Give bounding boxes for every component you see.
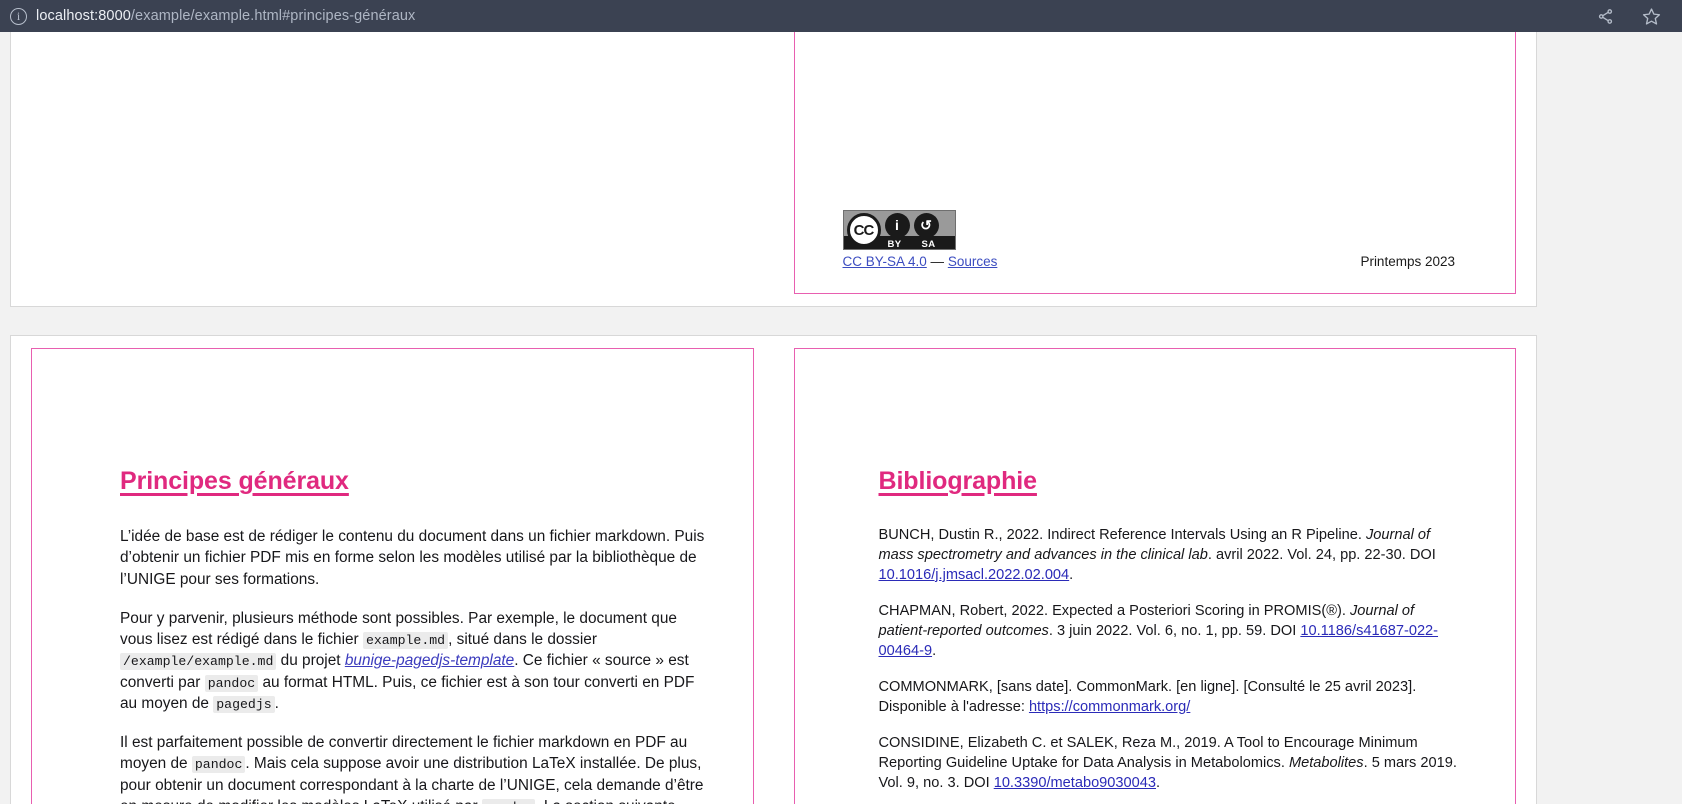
url-path: /example/example.html#principes-généraux: [130, 8, 416, 24]
url-text: localhost:8000/example/example.html#prin…: [36, 8, 415, 24]
cc-icon: CC: [846, 213, 881, 247]
inline-code: pandoc: [204, 674, 259, 692]
text-run: CHAPMAN, Robert, 2022. Expected a Poster…: [878, 602, 1350, 619]
body-paragraph: Il est parfaitement possible de converti…: [120, 732, 705, 804]
text-run: . avril 2022. Vol. 24, pp. 22-30. DOI: [1207, 546, 1436, 563]
doi-link[interactable]: 10.3390/metabo9030043: [994, 775, 1156, 791]
address-bar[interactable]: i localhost:8000/example/example.html#pr…: [10, 0, 1594, 32]
text-run: .: [1156, 774, 1161, 791]
page-sheet-previous: CC i ↺ BY SA CC BY-SA 4.0 — Sources Prin…: [10, 32, 1537, 307]
license-separator: —: [926, 254, 948, 269]
by-label: BY: [887, 239, 902, 250]
right-page-content: Bibliographie BUNCH, Dustin R., 2022. In…: [879, 467, 1464, 804]
toolbar-actions: [1594, 5, 1668, 27]
browser-toolbar: i localhost:8000/example/example.html#pr…: [0, 0, 1682, 32]
inline-code: pagedjs: [213, 695, 275, 713]
text-run: , situé dans le dossier: [448, 631, 597, 648]
page-left-previous: [11, 32, 774, 306]
inline-code: example.md: [362, 632, 449, 649]
site-info-icon[interactable]: i: [10, 7, 27, 25]
page-frame: CC i ↺ BY SA CC BY-SA 4.0 — Sources Prin…: [793, 32, 1516, 294]
bibliography-entry: CHAPMAN, Robert, 2022. Expected a Poster…: [879, 602, 1464, 662]
sources-link[interactable]: Sources: [948, 254, 998, 269]
creative-commons-badge: CC i ↺ BY SA: [842, 210, 956, 250]
inline-code: /example/example.md: [120, 653, 277, 671]
page-sheet-current: Principes généraux L’idée de base est de…: [10, 335, 1537, 804]
text-run: . 3 juin 2022. Vol. 6, no. 1, pp. 59. DO…: [1048, 622, 1301, 639]
license-links: CC BY-SA 4.0 — Sources: [843, 254, 998, 269]
project-link[interactable]: bunige-pagedjs-template: [345, 652, 514, 669]
license-block: CC i ↺ BY SA CC BY-SA 4.0 — Sources: [842, 210, 998, 269]
license-link[interactable]: CC BY-SA 4.0: [843, 254, 927, 269]
url-host: localhost:8000: [36, 8, 131, 24]
page-frame: Bibliographie BUNCH, Dustin R., 2022. In…: [793, 348, 1516, 804]
page-right-current: Bibliographie BUNCH, Dustin R., 2022. In…: [774, 336, 1537, 804]
text-run: .: [932, 642, 937, 659]
body-paragraph: L’idée de base est de rédiger le contenu…: [120, 526, 705, 590]
italic-title: Metabolites: [1288, 754, 1364, 771]
document-viewport[interactable]: CC i ↺ BY SA CC BY-SA 4.0 — Sources Prin…: [0, 32, 1682, 804]
text-run: .: [274, 694, 279, 712]
sa-label: SA: [921, 239, 936, 250]
bibliography-entry: BUNCH, Dustin R., 2022. Indirect Referen…: [879, 526, 1464, 586]
page-frame: Principes généraux L’idée de base est de…: [31, 348, 754, 804]
text-run: du projet: [276, 652, 345, 670]
bibliography-entry: CONSIDINE, Elizabeth C. et SALEK, Reza M…: [879, 734, 1464, 794]
doi-link[interactable]: 10.1016/j.jmsacl.2022.02.004: [879, 567, 1070, 583]
page-right-previous: CC i ↺ BY SA CC BY-SA 4.0 — Sources Prin…: [774, 32, 1537, 306]
bibliography-title: Bibliographie: [878, 467, 1038, 495]
body-paragraph: Pour y parvenir, plusieurs méthode sont …: [120, 608, 705, 714]
colophon: CC i ↺ BY SA CC BY-SA 4.0 — Sources Prin…: [842, 210, 1455, 269]
left-page-content: Principes généraux L’idée de base est de…: [120, 467, 705, 804]
page-left-current: Principes généraux L’idée de base est de…: [11, 336, 774, 804]
page-title: Principes généraux: [120, 467, 349, 495]
share-icon[interactable]: [1594, 5, 1616, 27]
text-run: .: [1069, 566, 1074, 583]
season-label: Printemps 2023: [1360, 254, 1455, 269]
left-paragraph-list: L’idée de base est de rédiger le contenu…: [120, 526, 705, 804]
bibliography-list: BUNCH, Dustin R., 2022. Indirect Referen…: [879, 526, 1464, 794]
share-alike-icon: ↺: [913, 212, 939, 238]
inline-code: pandoc: [191, 756, 246, 774]
bibliography-entry: COMMONMARK, [sans date]. CommonMark. [en…: [879, 678, 1464, 718]
text-run: L’idée de base est de rédiger le contenu…: [120, 528, 705, 588]
inline-code: pandoc: [481, 798, 536, 804]
person-icon: i: [884, 212, 910, 238]
star-icon[interactable]: [1640, 5, 1662, 27]
doi-link[interactable]: https://commonmark.org/: [1029, 699, 1190, 715]
text-run: BUNCH, Dustin R., 2022. Indirect Referen…: [878, 527, 1366, 543]
